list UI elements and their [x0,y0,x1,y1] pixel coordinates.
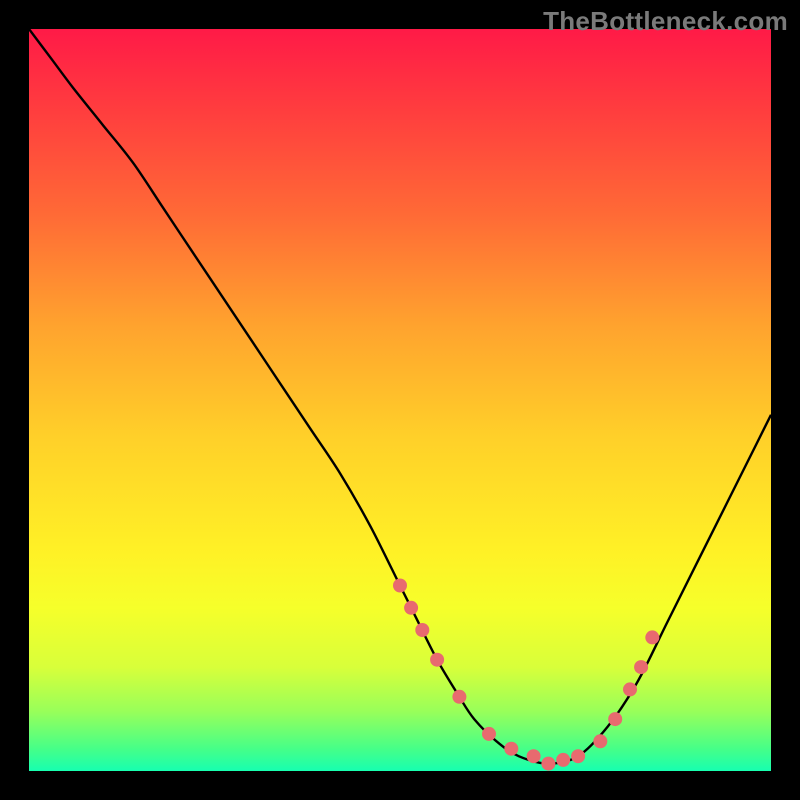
watermark-text: TheBottleneck.com [543,6,788,37]
chart-frame: TheBottleneck.com [0,0,800,800]
chart-plot-area [29,29,771,771]
